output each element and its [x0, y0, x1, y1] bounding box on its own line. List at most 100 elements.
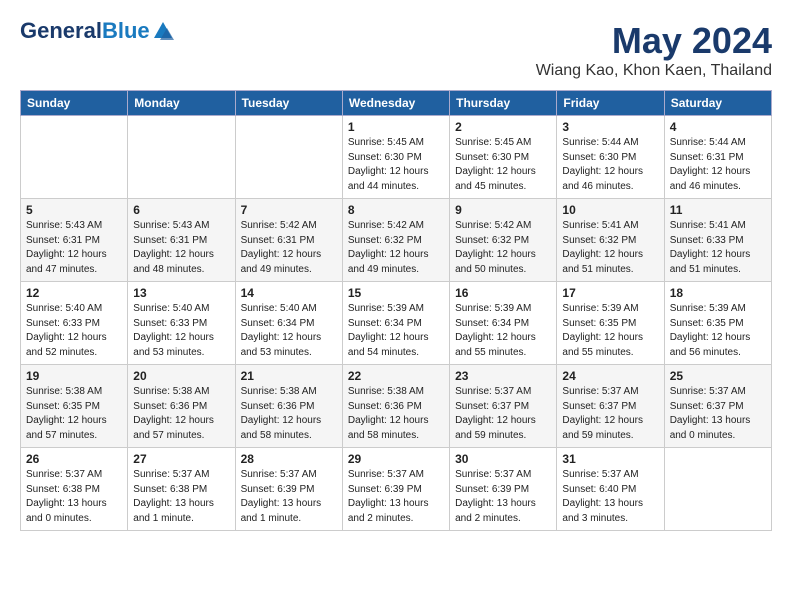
calendar-cell	[664, 448, 771, 531]
location-title: Wiang Kao, Khon Kaen, Thailand	[536, 62, 772, 80]
calendar-cell: 23Sunrise: 5:37 AM Sunset: 6:37 PM Dayli…	[450, 365, 557, 448]
day-number: 4	[670, 120, 766, 134]
day-number: 21	[241, 369, 337, 383]
logo-general: General	[20, 18, 102, 43]
calendar-cell: 11 Sunrise: 5:41 AM Sunset: 6:33 PM Dayli…	[664, 199, 771, 282]
week-row-1: 1 Sunrise: 5:45 AM Sunset: 6:30 PM Daylig…	[21, 116, 772, 199]
calendar-cell: 7Sunrise: 5:42 AM Sunset: 6:31 PM Daylig…	[235, 199, 342, 282]
calendar-cell: 1 Sunrise: 5:45 AM Sunset: 6:30 PM Daylig…	[342, 116, 449, 199]
day-detail: Sunrise: 5:44 AM Sunset: 6:30 PM Dayligh…	[562, 136, 658, 194]
day-header-thursday: Thursday	[450, 91, 557, 116]
day-detail: Sunrise: 5:42 AM Sunset: 6:32 PM Dayligh…	[455, 219, 551, 277]
day-detail: Sunrise: 5:37 AM Sunset: 6:38 PM Dayligh…	[133, 468, 229, 526]
day-detail: Sunrise: 5:39 AM Sunset: 6:35 PM Dayligh…	[670, 302, 766, 360]
week-row-2: 5 Sunrise: 5:43 AM Sunset: 6:31 PM Daylig…	[21, 199, 772, 282]
calendar-cell: 3 Sunrise: 5:44 AM Sunset: 6:30 PM Daylig…	[557, 116, 664, 199]
title-area: May 2024 Wiang Kao, Khon Kaen, Thailand	[536, 20, 772, 80]
day-detail: Sunrise: 5:44 AM Sunset: 6:31 PM Dayligh…	[670, 136, 766, 194]
day-number: 6	[133, 203, 229, 217]
day-number: 25	[670, 369, 766, 383]
calendar-cell: 16 Sunrise: 5:39 AM Sunset: 6:34 PM Dayli…	[450, 282, 557, 365]
calendar-cell: 21 Sunrise: 5:38 AM Sunset: 6:36 PM Dayli…	[235, 365, 342, 448]
page-header: GeneralBlue May 2024 Wiang Kao, Khon Kae…	[20, 20, 772, 80]
day-number: 2	[455, 120, 551, 134]
week-row-4: 19 Sunrise: 5:38 AM Sunset: 6:35 PM Dayli…	[21, 365, 772, 448]
day-detail: Sunrise: 5:37 AM Sunset: 6:40 PM Dayligh…	[562, 468, 658, 526]
calendar-cell: 8Sunrise: 5:42 AM Sunset: 6:32 PM Daylig…	[342, 199, 449, 282]
calendar-cell: 13Sunrise: 5:40 AM Sunset: 6:33 PM Dayli…	[128, 282, 235, 365]
calendar-cell: 9Sunrise: 5:42 AM Sunset: 6:32 PM Daylig…	[450, 199, 557, 282]
calendar-cell: 29 Sunrise: 5:37 AM Sunset: 6:39 PM Dayli…	[342, 448, 449, 531]
calendar-cell: 19 Sunrise: 5:38 AM Sunset: 6:35 PM Dayli…	[21, 365, 128, 448]
day-detail: Sunrise: 5:41 AM Sunset: 6:33 PM Dayligh…	[670, 219, 766, 277]
day-number: 11	[670, 203, 766, 217]
calendar-header-row: SundayMondayTuesdayWednesdayThursdayFrid…	[21, 91, 772, 116]
logo-icon	[152, 20, 174, 42]
day-detail: Sunrise: 5:38 AM Sunset: 6:36 PM Dayligh…	[133, 385, 229, 443]
day-detail: Sunrise: 5:43 AM Sunset: 6:31 PM Dayligh…	[133, 219, 229, 277]
day-detail: Sunrise: 5:37 AM Sunset: 6:37 PM Dayligh…	[455, 385, 551, 443]
calendar-cell: 24 Sunrise: 5:37 AM Sunset: 6:37 PM Dayli…	[557, 365, 664, 448]
day-detail: Sunrise: 5:37 AM Sunset: 6:39 PM Dayligh…	[241, 468, 337, 526]
calendar-cell	[128, 116, 235, 199]
day-number: 5	[26, 203, 122, 217]
day-number: 15	[348, 286, 444, 300]
calendar-cell	[235, 116, 342, 199]
calendar-cell: 14Sunrise: 5:40 AM Sunset: 6:34 PM Dayli…	[235, 282, 342, 365]
day-header-saturday: Saturday	[664, 91, 771, 116]
calendar-cell	[21, 116, 128, 199]
logo: GeneralBlue	[20, 20, 174, 42]
day-number: 3	[562, 120, 658, 134]
day-detail: Sunrise: 5:39 AM Sunset: 6:34 PM Dayligh…	[455, 302, 551, 360]
day-header-wednesday: Wednesday	[342, 91, 449, 116]
day-number: 18	[670, 286, 766, 300]
day-number: 29	[348, 452, 444, 466]
day-number: 13	[133, 286, 229, 300]
day-detail: Sunrise: 5:37 AM Sunset: 6:37 PM Dayligh…	[562, 385, 658, 443]
calendar-table: SundayMondayTuesdayWednesdayThursdayFrid…	[20, 90, 772, 531]
day-detail: Sunrise: 5:40 AM Sunset: 6:33 PM Dayligh…	[26, 302, 122, 360]
calendar-cell: 4 Sunrise: 5:44 AM Sunset: 6:31 PM Daylig…	[664, 116, 771, 199]
day-detail: Sunrise: 5:45 AM Sunset: 6:30 PM Dayligh…	[348, 136, 444, 194]
logo-text: GeneralBlue	[20, 20, 150, 42]
day-number: 30	[455, 452, 551, 466]
day-detail: Sunrise: 5:38 AM Sunset: 6:36 PM Dayligh…	[241, 385, 337, 443]
day-number: 20	[133, 369, 229, 383]
calendar-cell: 10Sunrise: 5:41 AM Sunset: 6:32 PM Dayli…	[557, 199, 664, 282]
day-number: 16	[455, 286, 551, 300]
day-number: 26	[26, 452, 122, 466]
month-title: May 2024	[536, 20, 772, 62]
day-number: 28	[241, 452, 337, 466]
calendar-cell: 20 Sunrise: 5:38 AM Sunset: 6:36 PM Dayli…	[128, 365, 235, 448]
day-detail: Sunrise: 5:39 AM Sunset: 6:34 PM Dayligh…	[348, 302, 444, 360]
day-detail: Sunrise: 5:42 AM Sunset: 6:31 PM Dayligh…	[241, 219, 337, 277]
day-header-sunday: Sunday	[21, 91, 128, 116]
calendar-cell: 17Sunrise: 5:39 AM Sunset: 6:35 PM Dayli…	[557, 282, 664, 365]
day-detail: Sunrise: 5:38 AM Sunset: 6:35 PM Dayligh…	[26, 385, 122, 443]
day-number: 24	[562, 369, 658, 383]
day-detail: Sunrise: 5:37 AM Sunset: 6:39 PM Dayligh…	[348, 468, 444, 526]
calendar-cell: 18 Sunrise: 5:39 AM Sunset: 6:35 PM Dayli…	[664, 282, 771, 365]
day-detail: Sunrise: 5:37 AM Sunset: 6:37 PM Dayligh…	[670, 385, 766, 443]
day-number: 12	[26, 286, 122, 300]
calendar-cell: 5 Sunrise: 5:43 AM Sunset: 6:31 PM Daylig…	[21, 199, 128, 282]
calendar-cell: 22Sunrise: 5:38 AM Sunset: 6:36 PM Dayli…	[342, 365, 449, 448]
day-number: 22	[348, 369, 444, 383]
day-detail: Sunrise: 5:39 AM Sunset: 6:35 PM Dayligh…	[562, 302, 658, 360]
day-number: 19	[26, 369, 122, 383]
day-detail: Sunrise: 5:45 AM Sunset: 6:30 PM Dayligh…	[455, 136, 551, 194]
logo-blue: Blue	[102, 18, 150, 43]
calendar-cell: 26 Sunrise: 5:37 AM Sunset: 6:38 PM Dayli…	[21, 448, 128, 531]
calendar-cell: 30 Sunrise: 5:37 AM Sunset: 6:39 PM Dayli…	[450, 448, 557, 531]
week-row-5: 26 Sunrise: 5:37 AM Sunset: 6:38 PM Dayli…	[21, 448, 772, 531]
day-detail: Sunrise: 5:43 AM Sunset: 6:31 PM Dayligh…	[26, 219, 122, 277]
day-detail: Sunrise: 5:41 AM Sunset: 6:32 PM Dayligh…	[562, 219, 658, 277]
day-detail: Sunrise: 5:37 AM Sunset: 6:39 PM Dayligh…	[455, 468, 551, 526]
day-detail: Sunrise: 5:40 AM Sunset: 6:34 PM Dayligh…	[241, 302, 337, 360]
calendar-cell: 31 Sunrise: 5:37 AM Sunset: 6:40 PM Dayli…	[557, 448, 664, 531]
day-number: 31	[562, 452, 658, 466]
day-detail: Sunrise: 5:42 AM Sunset: 6:32 PM Dayligh…	[348, 219, 444, 277]
day-number: 1	[348, 120, 444, 134]
day-detail: Sunrise: 5:37 AM Sunset: 6:38 PM Dayligh…	[26, 468, 122, 526]
day-header-tuesday: Tuesday	[235, 91, 342, 116]
